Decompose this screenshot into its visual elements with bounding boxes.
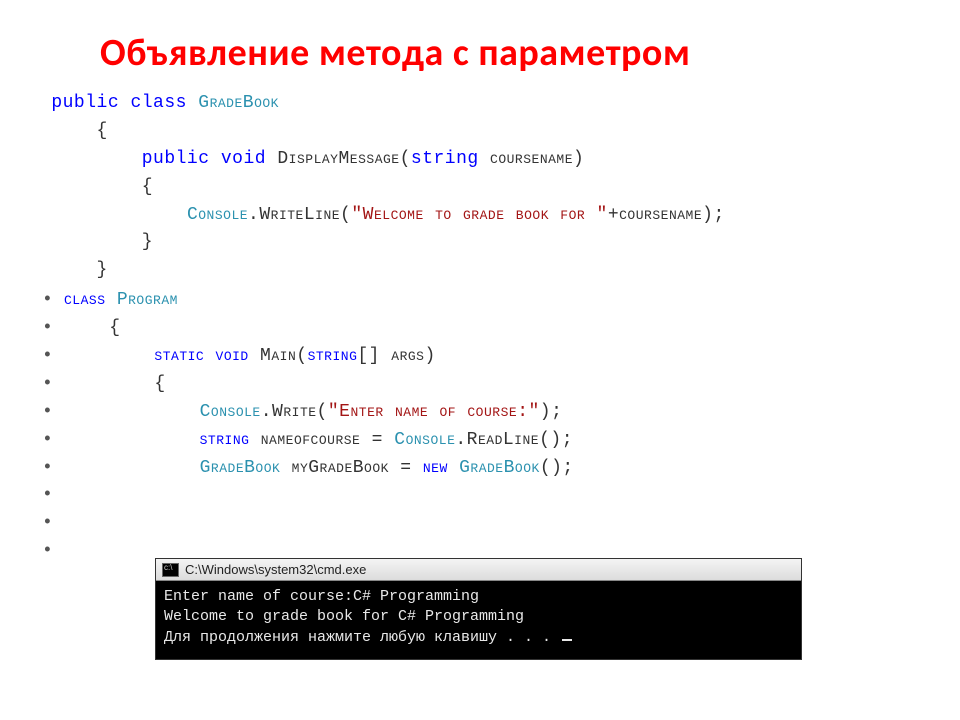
cmd-icon: c:\ <box>162 563 179 577</box>
code-line: } <box>40 257 920 285</box>
code-token: Console <box>394 430 455 450</box>
code-line: public class GradeBook <box>40 90 920 118</box>
expr: +coursename); <box>608 205 725 225</box>
slide-title: Объявление метода с параметром <box>100 30 920 76</box>
code-token: void <box>216 346 261 366</box>
keyword: void <box>221 149 266 169</box>
code-token: [] args) <box>357 346 435 366</box>
code-token: { <box>109 318 120 338</box>
code-token: "Enter name of course:" <box>328 402 540 422</box>
code-bullet-line: GradeBook myGradeBook = new GradeBook(); <box>40 455 920 483</box>
code-bullet-line: class Program <box>40 287 920 315</box>
keyword: string <box>411 149 479 169</box>
code-bullet-line: static void Main(string[] args) <box>40 343 920 371</box>
code-bullet-line: Console.Write("Enter name of course:"); <box>40 399 920 427</box>
code-line: Console.WriteLine("Welcome to grade book… <box>40 202 920 230</box>
code-token: class <box>64 290 117 310</box>
code-token: GradeBook <box>459 458 540 478</box>
string-literal: "Welcome to grade book for " <box>351 205 607 225</box>
brace: { <box>97 121 108 141</box>
code-line: public void DisplayMessage(string course… <box>40 146 920 174</box>
code-bullet-line: { <box>40 315 920 343</box>
code-token: static <box>154 346 215 366</box>
code-token: .Write( <box>261 402 328 422</box>
console-output: Enter name of course:C# Programming Welc… <box>156 581 801 659</box>
brace: } <box>142 232 153 252</box>
code-token: (); <box>540 458 574 478</box>
code-block-top: public class GradeBook { public void Dis… <box>40 90 920 285</box>
code-bullet-line: string nameofcourse = Console.ReadLine()… <box>40 427 920 455</box>
console-titlebar: c:\ C:\Windows\system32\cmd.exe <box>156 559 801 581</box>
params: coursename) <box>479 149 585 169</box>
code-token: { <box>154 374 165 394</box>
console-line: Welcome to grade book for C# Programming <box>164 607 793 627</box>
code-token: ); <box>540 402 563 422</box>
code-token: string <box>308 346 358 366</box>
code-line: { <box>40 174 920 202</box>
code-token: myGradeBook = <box>292 458 423 478</box>
code-bullet-line <box>40 482 920 510</box>
code-token: .ReadLine(); <box>455 430 573 450</box>
code-bullet-line: { <box>40 371 920 399</box>
brace: } <box>97 260 108 280</box>
keyword: class <box>130 93 187 113</box>
code-token: string <box>200 430 261 450</box>
code-bullet-line <box>40 510 920 538</box>
code-token: Program <box>117 290 178 310</box>
brace: { <box>142 177 153 197</box>
type-name: GradeBook <box>198 93 279 113</box>
console-line: Для продолжения нажмите любую клавишу . … <box>164 628 793 648</box>
call: .WriteLine( <box>248 205 351 225</box>
console-title-text: C:\Windows\system32\cmd.exe <box>185 562 366 577</box>
keyword: public <box>51 93 119 113</box>
type-name: Console <box>187 205 248 225</box>
code-token: Main( <box>260 346 308 366</box>
code-line: { <box>40 118 920 146</box>
cursor-icon <box>562 639 572 641</box>
code-token: Console <box>200 402 261 422</box>
console-line: Enter name of course:C# Programming <box>164 587 793 607</box>
code-line: } <box>40 229 920 257</box>
console-text: Для продолжения нажмите любую клавишу . … <box>164 629 560 646</box>
code-token: new <box>423 458 459 478</box>
code-bullet-list: class Program { static void Main(string[… <box>40 287 920 566</box>
code-token: GradeBook <box>200 458 292 478</box>
method-name: DisplayMessage( <box>277 149 411 169</box>
code-token: nameofcourse = <box>261 430 395 450</box>
keyword: public <box>142 149 210 169</box>
console-window: c:\ C:\Windows\system32\cmd.exe Enter na… <box>155 558 802 660</box>
